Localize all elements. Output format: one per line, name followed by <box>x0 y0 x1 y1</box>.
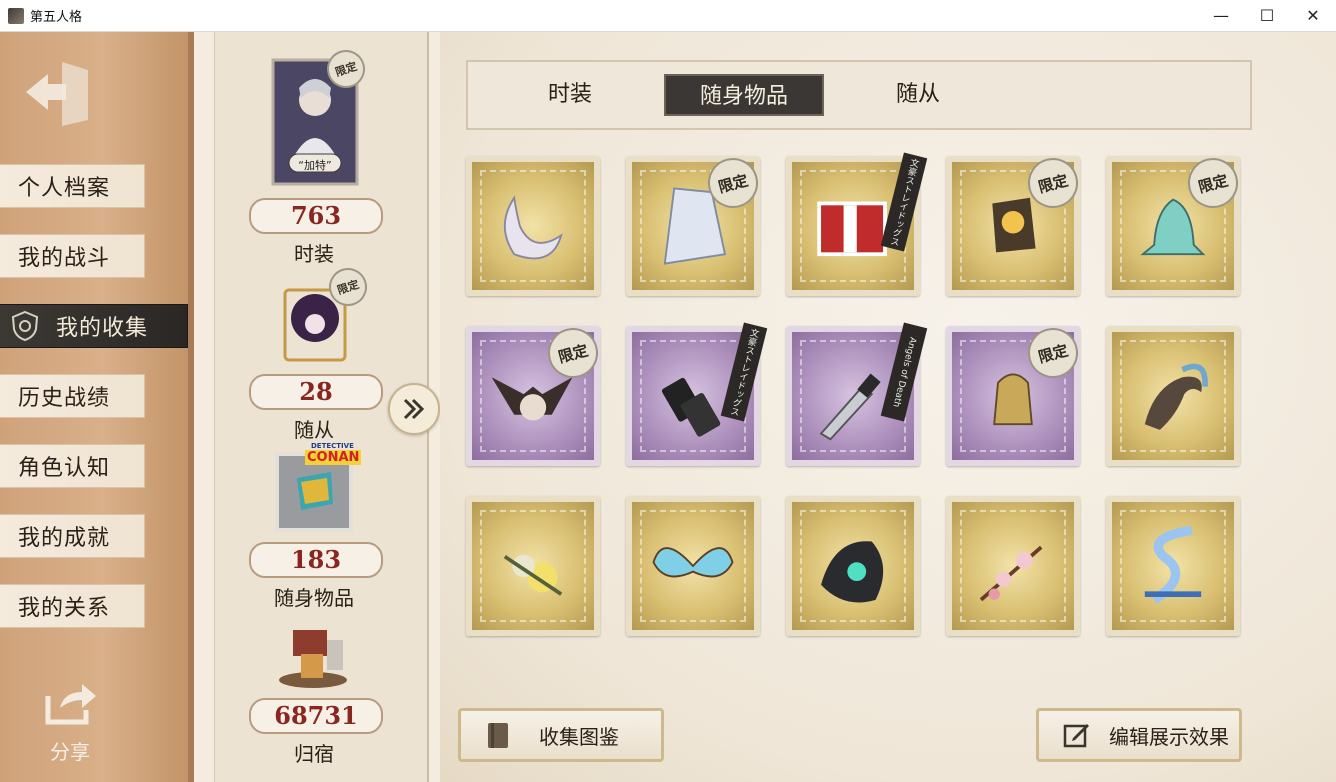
costume-thumbnail[interactable]: “加特” 限定 <box>271 45 370 186</box>
maximize-button[interactable]: ☐ <box>1244 0 1290 31</box>
furniture-icon <box>279 630 347 688</box>
item-card[interactable] <box>1106 326 1240 466</box>
exit-door-icon[interactable] <box>22 56 102 128</box>
conan-logo: CONAN <box>305 450 362 465</box>
companion-count: 28 <box>249 374 383 410</box>
share-label: 分享 <box>50 740 90 764</box>
catalog-label: 收集图鉴 <box>539 724 619 749</box>
close-button[interactable]: ✕ <box>1290 0 1336 31</box>
shield-icon <box>11 310 39 342</box>
share-icon <box>45 684 96 725</box>
app-icon <box>8 7 24 24</box>
category-tabs: 时装 随身物品 随从 <box>466 60 1252 130</box>
tab-accessory[interactable]: 随身物品 <box>664 74 824 116</box>
item-card[interactable] <box>786 496 920 636</box>
crescent-moon-item-icon <box>503 195 563 260</box>
item-card[interactable]: 限定 <box>946 322 1084 466</box>
costume-count: 763 <box>249 198 383 234</box>
collection-main: 时装 随身物品 随从 限定 文豪ストレイドッグス 限定 限定 限定 文豪ストレイドッグス A… <box>440 32 1336 782</box>
companion-thumbnail[interactable]: 限定 <box>271 263 372 364</box>
item-card[interactable] <box>626 496 760 636</box>
item-card[interactable] <box>946 496 1080 636</box>
double-chevron-right-icon <box>403 398 425 420</box>
catalog-button[interactable]: 收集图鉴 <box>458 708 664 762</box>
sidebar-item-label: 我的成就 <box>18 526 111 551</box>
sidebar-item-profile[interactable]: 个人档案 <box>0 164 145 208</box>
item-card[interactable]: 限定 <box>626 152 764 296</box>
sea-creature-item-icon <box>1144 363 1208 430</box>
share-button[interactable]: 分享 <box>30 678 110 765</box>
sidebar-item-label: 历史战绩 <box>18 386 111 411</box>
sidebar-item-collection[interactable]: 我的收集 <box>0 304 188 348</box>
home-count: 68731 <box>249 698 383 734</box>
dna-crystal-item-icon <box>1144 525 1202 604</box>
sidebar-item-character-cognition[interactable]: 角色认知 <box>0 444 145 488</box>
item-card[interactable] <box>1106 496 1240 636</box>
cherry-blossom-item-icon <box>979 545 1043 602</box>
minimize-button[interactable]: — <box>1198 0 1244 31</box>
window-titlebar: 第五人格 — ☐ ✕ <box>0 0 1336 32</box>
edit-display-label: 编辑展示效果 <box>1109 724 1229 749</box>
item-card[interactable]: 限定 <box>946 152 1084 296</box>
item-card[interactable]: 文豪ストレイドッグス <box>626 322 768 466</box>
sidebar-item-label: 我的战斗 <box>18 246 111 271</box>
edit-display-button[interactable]: 编辑展示效果 <box>1036 708 1242 762</box>
window-title: 第五人格 <box>30 10 83 25</box>
item-card[interactable]: 文豪ストレイドッグス <box>786 152 928 296</box>
sidebar-item-achievements[interactable]: 我的成就 <box>0 514 145 558</box>
item-card[interactable] <box>466 156 600 296</box>
sidebar: 个人档案 我的战斗 我的收集 历史战绩 角色认知 我的成就 我的关系 分享 <box>0 32 194 782</box>
sidebar-item-label: 我的收集 <box>56 316 149 341</box>
item-card[interactable]: Angels of Death <box>786 322 928 466</box>
accessory-count: 183 <box>249 542 383 578</box>
yellow-roses-item-icon <box>503 554 563 596</box>
sidebar-item-relations[interactable]: 我的关系 <box>0 584 145 628</box>
home-label: 归宿 <box>294 742 334 766</box>
item-card[interactable]: 限定 <box>1106 152 1244 296</box>
butterfly-item-icon <box>652 547 734 578</box>
sidebar-item-label: 角色认知 <box>18 456 111 481</box>
tab-companion[interactable]: 随从 <box>838 74 998 116</box>
expand-button[interactable] <box>388 383 440 435</box>
home-thumbnail[interactable] <box>271 622 363 692</box>
edit-icon <box>1063 724 1089 748</box>
book-icon <box>488 723 508 748</box>
accessory-label: 随身物品 <box>274 586 354 610</box>
costume-label: 时装 <box>294 242 334 266</box>
item-card[interactable] <box>466 496 600 636</box>
dark-orb-item-icon <box>821 541 884 603</box>
item-card[interactable]: 限定 <box>466 322 604 466</box>
sidebar-item-history[interactable]: 历史战绩 <box>0 374 145 418</box>
companion-label: 随从 <box>294 418 334 442</box>
sidebar-item-label: 个人档案 <box>18 176 111 201</box>
accessory-thumbnail[interactable]: DETECTIVE CONAN <box>271 442 363 534</box>
sidebar-item-battles[interactable]: 我的战斗 <box>0 234 145 278</box>
tab-costume[interactable]: 时装 <box>490 74 650 116</box>
sidebar-item-label: 我的关系 <box>18 596 111 621</box>
costume-caption: “加特” <box>298 159 332 172</box>
detective-label: DETECTIVE <box>311 442 354 450</box>
